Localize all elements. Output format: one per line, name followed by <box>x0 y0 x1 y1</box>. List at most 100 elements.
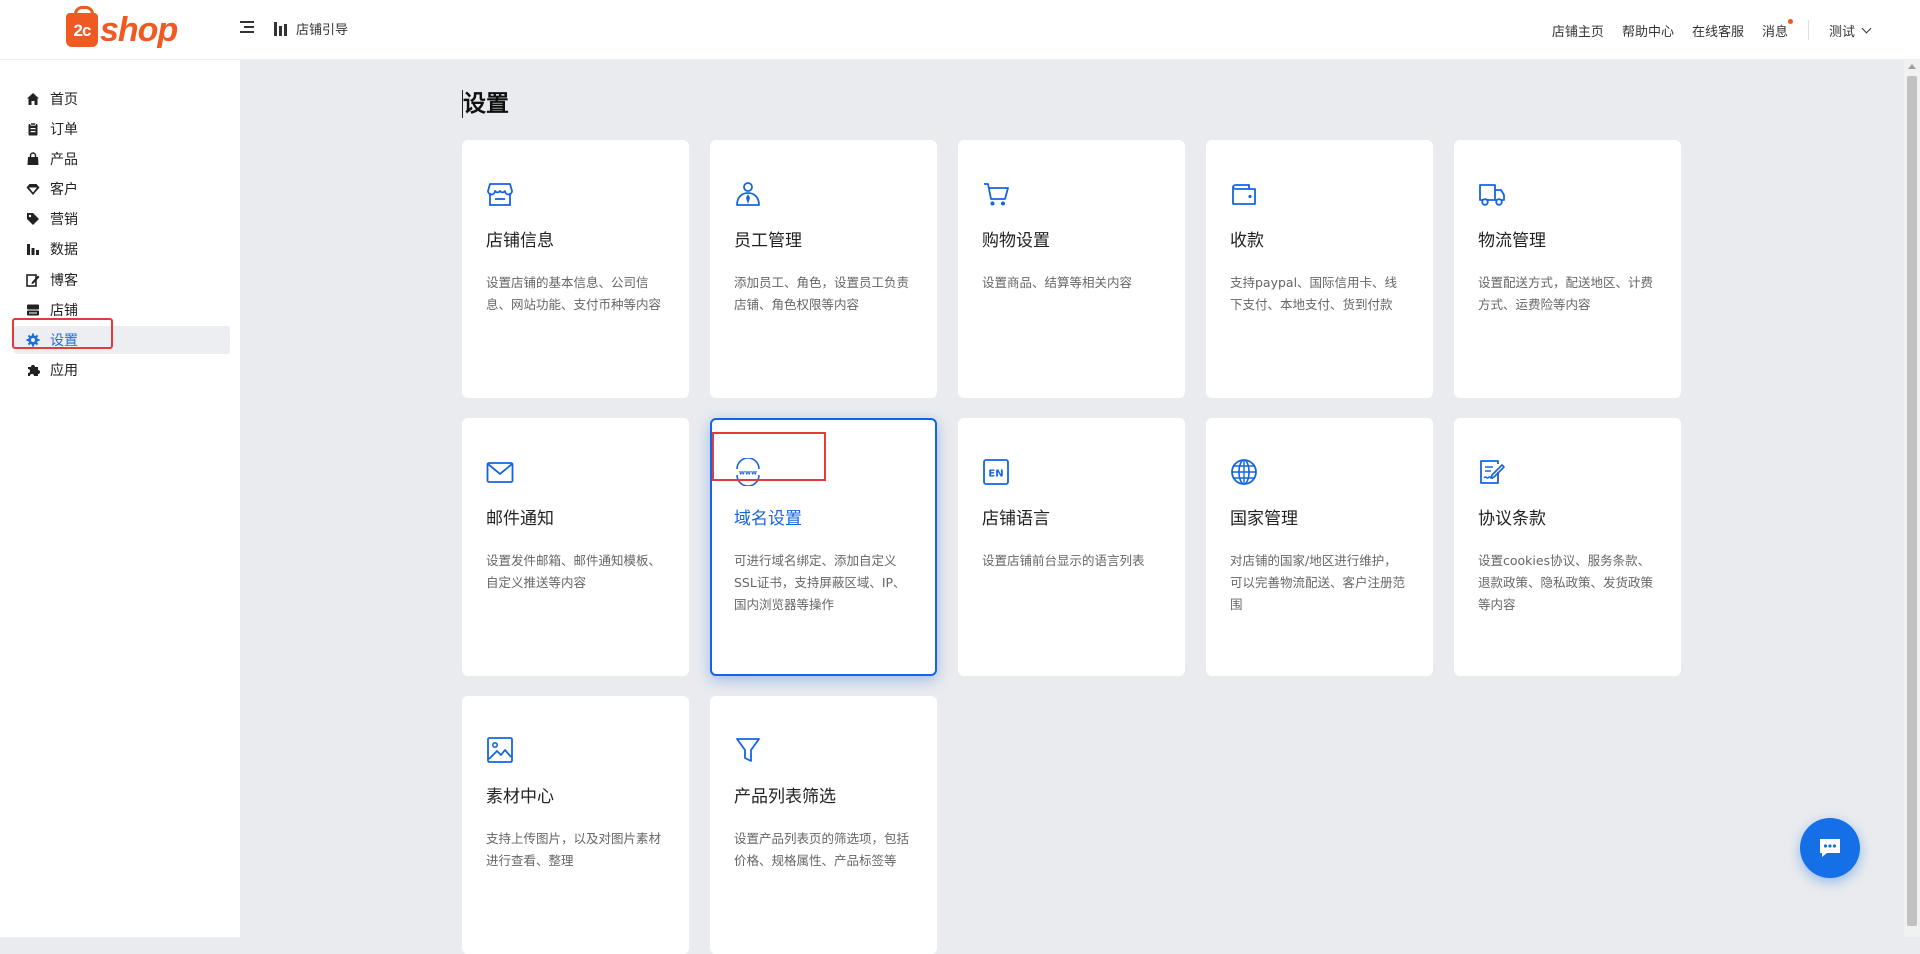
bag-icon <box>26 152 40 166</box>
card-title: 员工管理 <box>734 231 802 251</box>
sidebar-item-label: 首页 <box>50 92 78 108</box>
filter-icon <box>734 736 762 764</box>
bar-chart-icon <box>26 242 40 256</box>
globe-icon <box>1230 458 1258 486</box>
card-title: 协议条款 <box>1478 509 1546 529</box>
logo-bag-icon: 2c <box>66 6 98 47</box>
card-title: 店铺语言 <box>982 509 1050 529</box>
sidebar-item-label: 订单 <box>50 122 78 138</box>
sidebar-item-apps[interactable]: 应用 <box>14 356 230 384</box>
card-title: 收款 <box>1230 231 1264 251</box>
sidebar-item-home[interactable]: 首页 <box>14 85 230 113</box>
logo[interactable]: 2c shop <box>66 6 178 49</box>
user-name: 测试 <box>1828 24 1855 40</box>
sidebar-item-settings[interactable]: 设置 <box>14 326 230 354</box>
sidebar-item-label: 数据 <box>50 242 78 258</box>
card-store-language[interactable]: EN 店铺语言 设置店铺前台显示的语言列表 <box>958 418 1185 676</box>
card-description: 设置发件邮箱、邮件通知模板、自定义推送等内容 <box>486 553 662 590</box>
unread-dot <box>1787 18 1793 24</box>
sidebar-item-label: 设置 <box>50 333 78 349</box>
store-icon <box>26 303 40 317</box>
sidebar-item-label: 客户 <box>50 182 78 198</box>
card-title: 素材中心 <box>486 787 554 807</box>
card-product-list-filter[interactable]: 产品列表筛选 设置产品列表页的筛选项，包括价格、规格属性、产品标签等 <box>710 696 937 954</box>
chat-support-button[interactable] <box>1800 818 1860 878</box>
card-title: 产品列表筛选 <box>734 787 836 807</box>
page-title: 设置 <box>462 90 509 118</box>
card-shopping-settings[interactable]: 购物设置 设置商品、结算等相关内容 <box>958 140 1185 398</box>
card-payment[interactable]: 收款 支持paypal、国际信用卡、线下支付、本地支付、货到付款 <box>1206 140 1433 398</box>
sidebar-item-products[interactable]: 产品 <box>14 145 230 173</box>
card-title: 店铺信息 <box>486 231 554 251</box>
online-support-link[interactable]: 在线客服 <box>1692 21 1744 40</box>
sidebar: 首页 订单 产品 客户 营销 数据 博客 店铺 设置 应用 <box>0 60 240 937</box>
header-divider <box>1807 20 1809 40</box>
user-menu[interactable]: 测试 <box>1828 21 1872 40</box>
card-description: 添加员工、角色，设置员工负责店铺、角色权限等内容 <box>734 275 910 312</box>
card-description: 对店铺的国家/地区进行维护，可以完善物流配送、客户注册范围 <box>1230 553 1406 612</box>
wallet-icon <box>1230 180 1258 208</box>
sidebar-item-data[interactable]: 数据 <box>14 235 230 263</box>
sidebar-item-customers[interactable]: 客户 <box>14 175 230 203</box>
card-description: 支持上传图片，以及对图片素材进行查看、整理 <box>486 831 662 868</box>
card-title: 邮件通知 <box>486 509 554 529</box>
clipboard-icon <box>26 122 40 136</box>
svg-text:EN: EN <box>988 469 1003 480</box>
card-description: 设置产品列表页的筛选项，包括价格、规格属性、产品标签等 <box>734 831 910 868</box>
header-links: 店铺主页 帮助中心 在线客服 消息 测试 <box>1552 18 1872 40</box>
store-home-link[interactable]: 店铺主页 <box>1552 21 1604 40</box>
card-description: 设置商品、结算等相关内容 <box>982 275 1133 290</box>
card-description: 设置cookies协议、服务条款、退款政策、隐私政策、发货政策等内容 <box>1478 553 1654 612</box>
store-guide-link[interactable]: 店铺引导 <box>274 19 348 38</box>
card-logistics[interactable]: 物流管理 设置配送方式，配送地区、计费方式、运费险等内容 <box>1454 140 1681 398</box>
page-scrollbar[interactable] <box>1904 60 1920 937</box>
gear-icon <box>26 333 40 347</box>
card-terms-agreements[interactable]: 协议条款 设置cookies协议、服务条款、退款政策、隐私政策、发货政策等内容 <box>1454 418 1681 676</box>
guide-icon <box>274 21 288 36</box>
language-en-icon: EN <box>982 458 1010 486</box>
chat-bubble-icon <box>1820 839 1840 857</box>
card-title: 国家管理 <box>1230 509 1298 529</box>
svg-text:www: www <box>739 469 757 477</box>
sidebar-item-blog[interactable]: 博客 <box>14 266 230 294</box>
sidebar-item-label: 营销 <box>50 212 78 228</box>
home-icon <box>26 92 40 106</box>
card-description: 设置店铺前台显示的语言列表 <box>982 553 1145 568</box>
staff-icon <box>734 180 762 208</box>
card-description: 设置配送方式，配送地区、计费方式、运费险等内容 <box>1478 275 1654 312</box>
www-icon: www <box>734 458 762 486</box>
card-email-notification[interactable]: 邮件通知 设置发件邮箱、邮件通知模板、自定义推送等内容 <box>462 418 689 676</box>
image-icon <box>486 736 514 764</box>
sidebar-item-label: 产品 <box>50 152 78 168</box>
card-staff-management[interactable]: 员工管理 添加员工、角色，设置员工负责店铺、角色权限等内容 <box>710 140 937 398</box>
sidebar-item-label: 应用 <box>50 363 78 379</box>
tag-icon <box>26 212 40 226</box>
scroll-thumb[interactable] <box>1907 76 1917 926</box>
sidebar-item-label: 店铺 <box>50 303 78 319</box>
edit-icon <box>26 273 40 287</box>
card-description: 支持paypal、国际信用卡、线下支付、本地支付、货到付款 <box>1230 275 1398 312</box>
card-media-center[interactable]: 素材中心 支持上传图片，以及对图片素材进行查看、整理 <box>462 696 689 954</box>
scroll-up-arrow-icon[interactable] <box>1908 64 1916 69</box>
sidebar-item-label: 博客 <box>50 273 78 289</box>
messages-link[interactable]: 消息 <box>1761 18 1793 40</box>
card-country-management[interactable]: 国家管理 对店铺的国家/地区进行维护，可以完善物流配送、客户注册范围 <box>1206 418 1433 676</box>
card-domain-settings[interactable]: www 域名设置 可进行域名绑定、添加自定义SSL证书，支持屏蔽区域、IP、国内… <box>710 418 937 676</box>
cart-icon <box>982 180 1010 208</box>
sidebar-item-marketing[interactable]: 营销 <box>14 205 230 233</box>
card-store-info[interactable]: 店铺信息 设置店铺的基本信息、公司信息、网站功能、支付币种等内容 <box>462 140 689 398</box>
help-center-link[interactable]: 帮助中心 <box>1622 21 1674 40</box>
mail-icon <box>486 458 514 486</box>
card-title: 购物设置 <box>982 231 1050 251</box>
messages-label: 消息 <box>1761 24 1788 40</box>
diamond-icon <box>26 182 40 196</box>
sidebar-item-orders[interactable]: 订单 <box>14 115 230 143</box>
truck-icon <box>1478 180 1506 208</box>
menu-toggle-icon[interactable] <box>240 21 254 33</box>
document-sign-icon <box>1478 458 1506 486</box>
sidebar-item-store[interactable]: 店铺 <box>14 296 230 324</box>
main-content: 设置 店铺信息 设置店铺的基本信息、公司信息、网站功能、支付币种等内容 员工管理… <box>240 60 1904 954</box>
logo-text: shop <box>100 10 178 49</box>
storefront-icon <box>486 180 514 208</box>
card-title: 物流管理 <box>1478 231 1546 251</box>
